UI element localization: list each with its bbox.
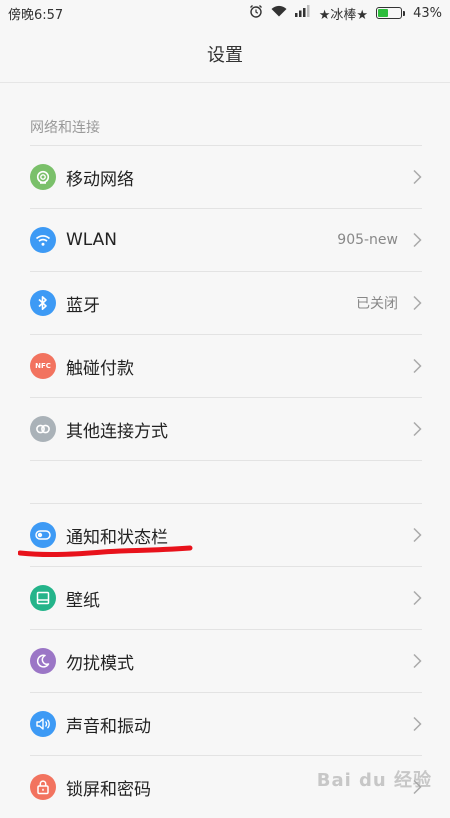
settings-item-do-not-disturb[interactable]: 勿扰模式 — [30, 629, 422, 692]
settings-item-tap-to-pay[interactable]: NFC 触碰付款 — [30, 334, 422, 397]
nfc-icon-text: NFC — [35, 362, 51, 370]
settings-item-label: 触碰付款 — [66, 354, 398, 379]
chevron-right-icon — [412, 295, 422, 311]
nfc-icon: NFC — [30, 353, 56, 379]
settings-item-wlan[interactable]: WLAN 905-new — [30, 208, 422, 271]
settings-item-label: 蓝牙 — [66, 291, 356, 316]
battery-percent: 43% — [413, 6, 442, 21]
settings-item-value: 已关闭 — [356, 293, 398, 313]
wifi-icon — [271, 5, 287, 21]
watermark: Bai du 经验 — [317, 766, 432, 792]
settings-item-label: 通知和状态栏 — [66, 523, 398, 548]
settings-item-label: 其他连接方式 — [66, 417, 398, 442]
settings-item-other-connections[interactable]: 其他连接方式 — [30, 397, 422, 460]
chevron-right-icon — [412, 716, 422, 732]
settings-item-label: 声音和振动 — [66, 712, 398, 737]
status-time: 傍晚6:57 — [8, 4, 63, 23]
chevron-right-icon — [412, 527, 422, 543]
status-icons: ★冰棒★ 43% — [249, 4, 442, 23]
settings-item-sound-vibration[interactable]: 声音和振动 — [30, 692, 422, 755]
wallpaper-icon — [30, 585, 56, 611]
moon-icon — [30, 648, 56, 674]
signal-icon — [295, 5, 311, 21]
link-icon — [30, 416, 56, 442]
chevron-right-icon — [412, 232, 422, 248]
section-title-network: 网络和连接 — [0, 83, 450, 145]
red-underline-annotation — [18, 545, 193, 561]
section-divider — [30, 460, 422, 503]
chevron-right-icon — [412, 421, 422, 437]
bluetooth-icon — [30, 290, 56, 316]
settings-item-mobile-network[interactable]: 移动网络 — [30, 145, 422, 208]
wifi-icon — [30, 227, 56, 253]
settings-item-bluetooth[interactable]: 蓝牙 已关闭 — [30, 271, 422, 334]
chevron-right-icon — [412, 358, 422, 374]
settings-item-value: 905-new — [337, 232, 398, 248]
settings-list: 网络和连接 移动网络 WLAN 905-new 蓝牙 已关闭 NFC 触碰付款 — [0, 83, 450, 818]
chevron-right-icon — [412, 653, 422, 669]
chevron-right-icon — [412, 590, 422, 606]
settings-item-label: 移动网络 — [66, 165, 398, 190]
lock-icon — [30, 774, 56, 800]
carrier-name: ★冰棒★ — [319, 4, 368, 23]
alarm-icon — [249, 4, 263, 22]
settings-item-label: WLAN — [66, 230, 337, 250]
page-title: 设置 — [207, 41, 243, 67]
status-bar: 傍晚6:57 ★冰棒★ 43% — [0, 0, 450, 26]
title-bar: 设置 — [0, 26, 450, 83]
mobile-network-icon — [30, 164, 56, 190]
battery-icon — [376, 7, 405, 19]
chevron-right-icon — [412, 169, 422, 185]
settings-item-wallpaper[interactable]: 壁纸 — [30, 566, 422, 629]
settings-item-label: 勿扰模式 — [66, 649, 398, 674]
speaker-icon — [30, 711, 56, 737]
settings-item-label: 壁纸 — [66, 586, 398, 611]
